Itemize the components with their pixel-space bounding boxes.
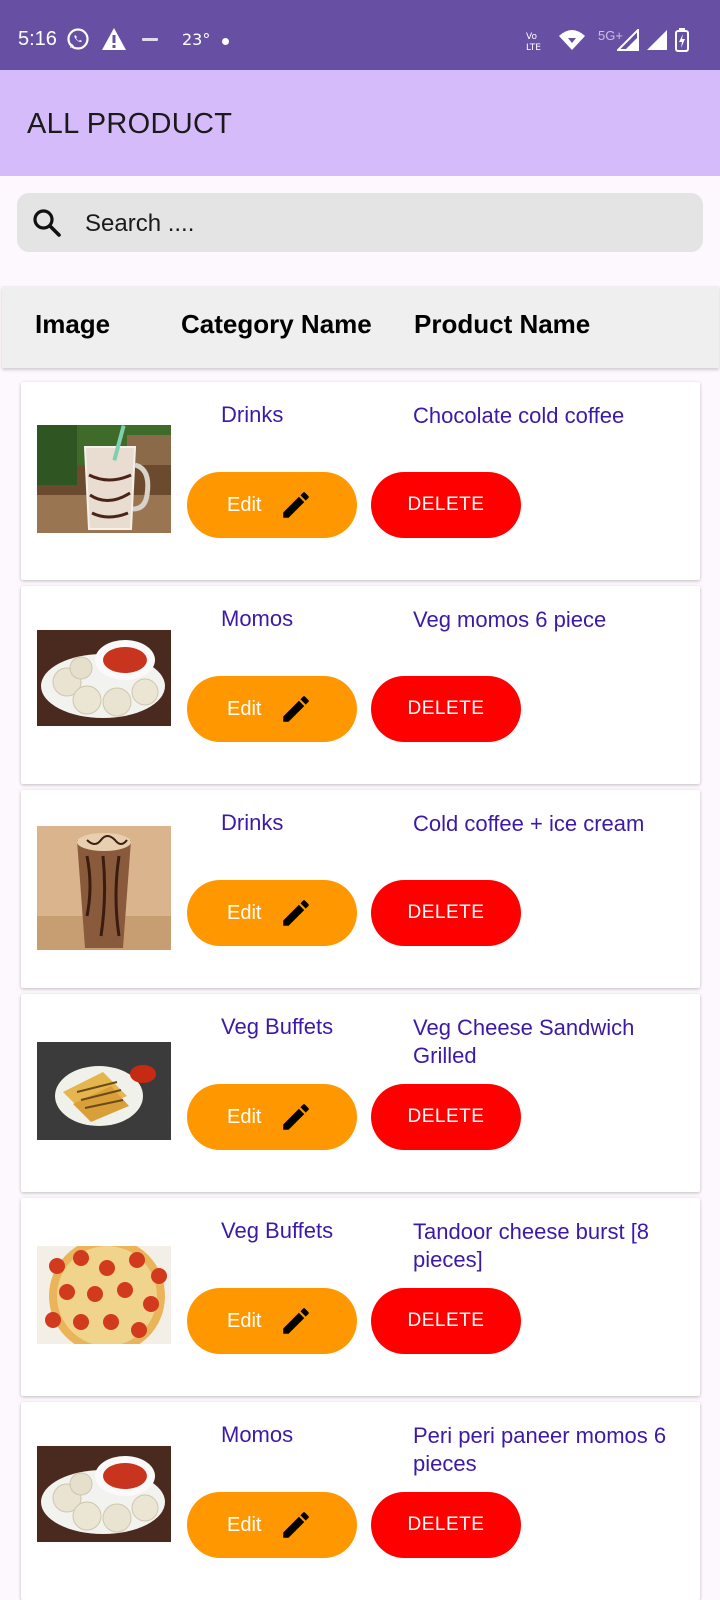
svg-text:Vo: Vo bbox=[526, 32, 537, 42]
product-category: Veg Buffets bbox=[221, 1218, 334, 1243]
edit-button-label: Edit bbox=[227, 1514, 262, 1536]
signal-1-icon bbox=[617, 29, 639, 51]
edit-button[interactable]: Edit bbox=[187, 1288, 357, 1354]
edit-button[interactable]: Edit bbox=[187, 880, 357, 946]
pencil-icon bbox=[283, 1512, 309, 1538]
product-category: Veg Buffets bbox=[221, 1014, 334, 1039]
product-name: Peri peri paneer momos 6 pieces bbox=[413, 1423, 667, 1476]
product-image bbox=[37, 1246, 171, 1344]
product-name: Cold coffee + ice cream bbox=[413, 811, 645, 836]
product-category: Drinks bbox=[221, 402, 284, 427]
product-name: Tandoor cheese burst [8 pieces] bbox=[413, 1219, 650, 1272]
product-card: Momos Peri peri paneer momos 6 pieces Ed… bbox=[21, 1402, 700, 1600]
product-category: Drinks bbox=[221, 810, 284, 835]
column-header-product: Product Name bbox=[414, 309, 591, 339]
delete-button[interactable]: DELETE bbox=[371, 472, 521, 538]
edit-button[interactable]: Edit bbox=[187, 1492, 357, 1558]
table-header: Image Category Name Product Name bbox=[2, 286, 719, 368]
product-image bbox=[37, 826, 171, 950]
product-name: Veg Cheese Sandwich Grilled bbox=[413, 1015, 635, 1068]
column-header-category: Category Name bbox=[181, 309, 372, 339]
product-name: Chocolate cold coffee bbox=[413, 403, 625, 428]
delete-button[interactable]: DELETE bbox=[371, 1084, 521, 1150]
delete-button[interactable]: DELETE bbox=[371, 676, 521, 742]
edit-button-label: Edit bbox=[227, 1106, 262, 1128]
product-category: Momos bbox=[221, 1422, 294, 1447]
edit-button[interactable]: Edit bbox=[187, 1084, 357, 1150]
search-icon bbox=[33, 209, 61, 237]
signal-2-icon bbox=[647, 30, 667, 50]
product-card: Drinks Cold coffee + ice cream Edit DELE… bbox=[21, 790, 700, 988]
product-card: Drinks Chocolate cold coffee Edit DELETE bbox=[21, 382, 700, 580]
status-dot-icon bbox=[222, 38, 229, 45]
pencil-icon bbox=[283, 492, 309, 518]
column-header-image: Image bbox=[35, 309, 111, 339]
page-title: ALL PRODUCT bbox=[27, 108, 233, 140]
search-input[interactable] bbox=[83, 193, 647, 254]
pencil-icon bbox=[283, 1308, 309, 1334]
pencil-icon bbox=[283, 696, 309, 722]
delete-button[interactable]: DELETE bbox=[371, 880, 521, 946]
pencil-icon bbox=[283, 900, 309, 926]
pencil-icon bbox=[283, 1104, 309, 1130]
wifi-icon bbox=[559, 30, 585, 50]
edit-button-label: Edit bbox=[227, 494, 262, 516]
battery-icon bbox=[675, 28, 689, 52]
delete-button[interactable]: DELETE bbox=[371, 1288, 521, 1354]
svg-text:LTE: LTE bbox=[526, 43, 541, 53]
product-image bbox=[37, 1446, 171, 1542]
edit-button-label: Edit bbox=[227, 1310, 262, 1332]
status-temperature: 23° bbox=[182, 30, 211, 49]
product-card: Momos Veg momos 6 piece Edit DELETE bbox=[21, 586, 700, 784]
product-category: Momos bbox=[221, 606, 294, 631]
whatsapp-icon bbox=[67, 28, 89, 50]
edit-button-label: Edit bbox=[227, 902, 262, 924]
edit-button-label: Edit bbox=[227, 698, 262, 720]
product-name: Veg momos 6 piece bbox=[413, 607, 607, 632]
product-card: Veg Buffets Veg Cheese Sandwich Grilled … bbox=[21, 994, 700, 1192]
product-image bbox=[37, 1042, 171, 1140]
warning-icon bbox=[102, 28, 126, 50]
product-image bbox=[37, 425, 171, 533]
product-card: Veg Buffets Tandoor cheese burst [8 piec… bbox=[21, 1198, 700, 1396]
search-bar[interactable] bbox=[17, 193, 703, 254]
status-bar: 5:16 23° Vo LTE 5G+ bbox=[0, 0, 720, 70]
delete-button[interactable]: DELETE bbox=[371, 1492, 521, 1558]
volte-icon: Vo LTE bbox=[526, 32, 541, 53]
app-bar: ALL PRODUCT bbox=[0, 70, 720, 176]
edit-button[interactable]: Edit bbox=[187, 472, 357, 538]
status-time: 5:16 bbox=[18, 28, 57, 50]
notification-icon bbox=[142, 38, 158, 41]
edit-button[interactable]: Edit bbox=[187, 676, 357, 742]
product-image bbox=[37, 630, 171, 726]
